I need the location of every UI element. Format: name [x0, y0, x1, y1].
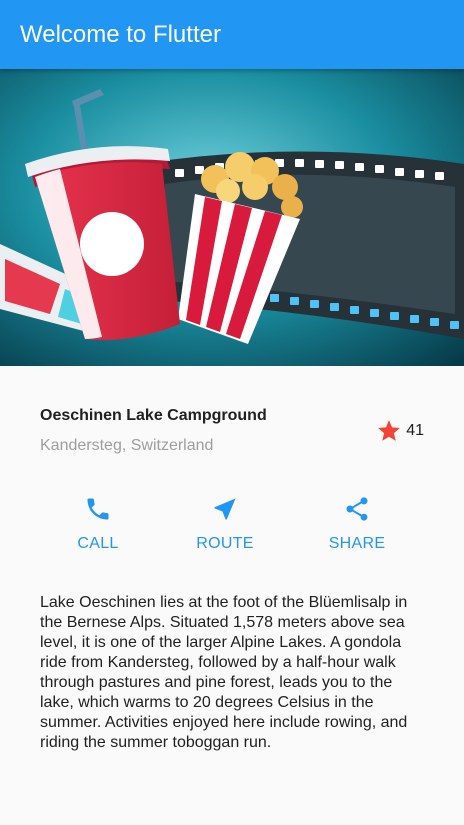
share-icon: [346, 497, 368, 521]
route-label: ROUTE: [196, 535, 254, 552]
route-button[interactable]: ROUTE: [165, 495, 285, 565]
title-section: Oeschinen Lake Campground Kandersteg, Sw…: [40, 405, 424, 465]
share-label: SHARE: [328, 535, 386, 552]
call-label: CALL: [77, 535, 119, 552]
rating[interactable]: 41: [376, 418, 424, 444]
place-name: Oeschinen Lake Campground: [40, 407, 267, 424]
description-text: Lake Oeschinen lies at the foot of the B…: [40, 594, 408, 751]
star-icon[interactable]: [376, 418, 402, 444]
place-location: Kandersteg, Switzerland: [40, 437, 214, 454]
phone-icon: [87, 498, 109, 520]
share-button[interactable]: SHARE: [297, 495, 417, 565]
app-bar: Welcome to Flutter: [0, 0, 464, 69]
banner-image: [0, 69, 464, 366]
navigation-icon: [214, 498, 236, 520]
rating-count: 41: [406, 422, 424, 439]
app-bar-title: Welcome to Flutter: [20, 21, 221, 48]
movie-snacks-image: [0, 69, 464, 366]
action-row: CALL ROUTE SHARE: [0, 495, 464, 565]
call-button[interactable]: CALL: [38, 495, 158, 565]
